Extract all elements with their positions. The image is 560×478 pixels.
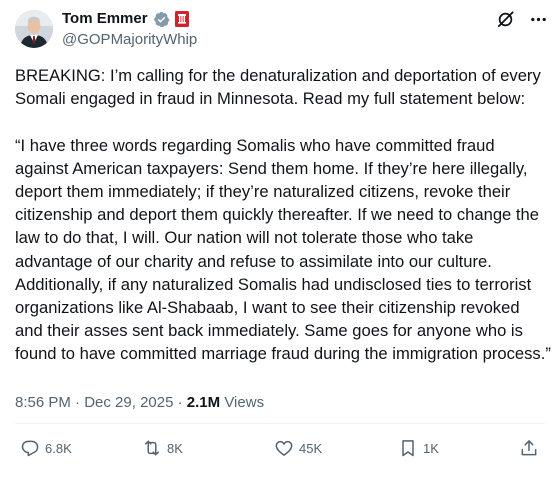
- views-count[interactable]: 2.1M: [187, 394, 220, 411]
- divider: [15, 423, 545, 424]
- author-name-row: Tom Emmer: [62, 9, 189, 29]
- author-avatar[interactable]: [15, 10, 53, 48]
- bookmark-icon: [398, 438, 418, 458]
- tweet-text: BREAKING: I’m calling for the denaturali…: [15, 66, 551, 364]
- bookmark-count: 1K: [423, 440, 439, 456]
- views-label[interactable]: Views: [224, 394, 264, 411]
- author-name[interactable]: Tom Emmer: [62, 9, 148, 29]
- reply-icon: [20, 438, 40, 458]
- share-button[interactable]: [519, 438, 539, 458]
- repost-count: 8K: [167, 440, 183, 456]
- tweet-meta: 8:56 PM · Dec 29, 2025 · 2.1M Views: [15, 393, 264, 413]
- gray-verified-badge-icon[interactable]: [153, 11, 170, 28]
- repost-button[interactable]: 8K: [142, 438, 183, 458]
- share-icon: [519, 438, 539, 458]
- tweet-top-actions: [496, 10, 548, 29]
- tweet-time[interactable]: 8:56 PM: [15, 394, 71, 411]
- meta-separator-2: ·: [177, 394, 183, 411]
- author-handle[interactable]: @GOPMajorityWhip: [62, 30, 197, 50]
- tweet-date[interactable]: Dec 29, 2025: [84, 394, 173, 411]
- reply-button[interactable]: 6.8K: [20, 438, 72, 458]
- more-icon[interactable]: [529, 10, 548, 29]
- repost-icon: [142, 438, 162, 458]
- like-button[interactable]: 45K: [274, 438, 322, 458]
- grok-icon[interactable]: [496, 10, 515, 29]
- reply-count: 6.8K: [45, 440, 72, 456]
- heart-icon: [274, 438, 294, 458]
- tweet-actions-bar: 6.8K 8K 45K 1K: [15, 438, 548, 464]
- like-count: 45K: [299, 440, 323, 456]
- meta-separator: ·: [75, 394, 81, 411]
- bookmark-button[interactable]: 1K: [398, 438, 439, 458]
- congress-flag-icon[interactable]: [174, 11, 189, 27]
